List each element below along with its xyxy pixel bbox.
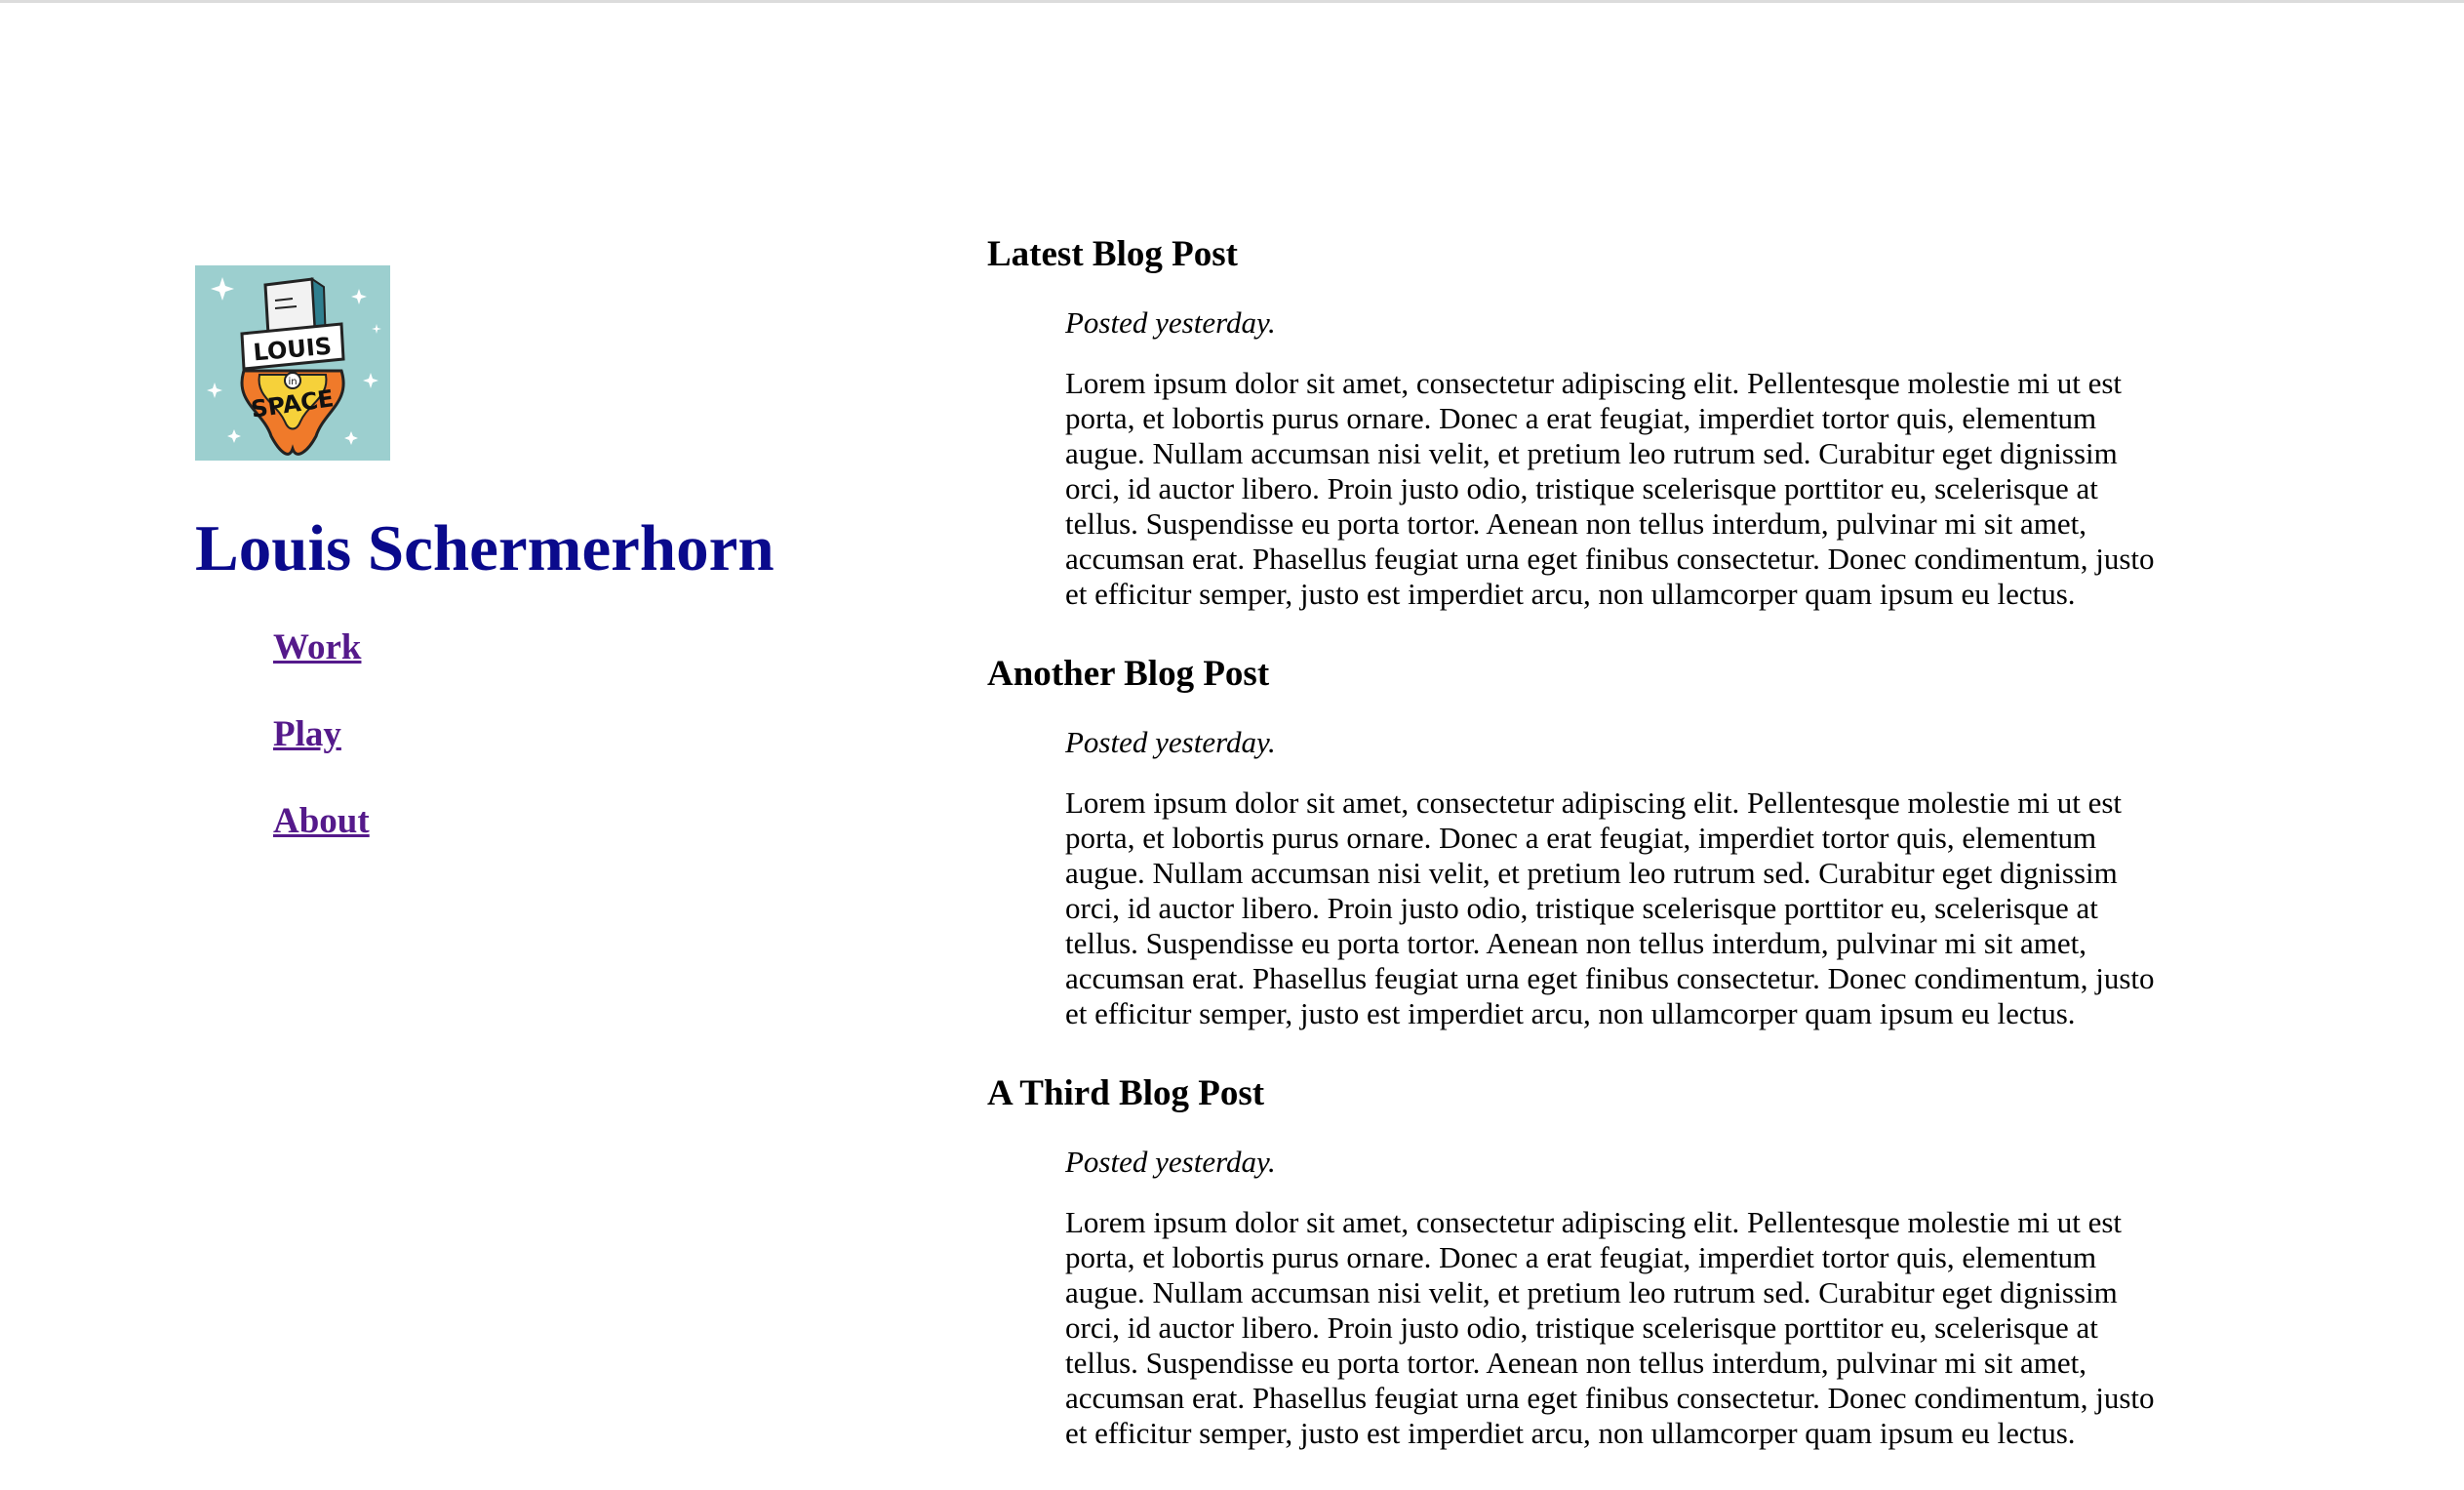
post-body: Posted yesterday. Lorem ipsum dolor sit … — [1065, 723, 2285, 1031]
blog-posts: Latest Blog Post Posted yesterday. Lorem… — [987, 231, 2285, 1490]
blog-post: Latest Blog Post Posted yesterday. Lorem… — [987, 231, 2285, 612]
main-nav: Work Play About — [273, 626, 936, 850]
post-date: Posted yesterday. — [1065, 1145, 1276, 1179]
blog-post: Another Blog Post Posted yesterday. Lore… — [987, 651, 2285, 1031]
nav-link-play[interactable]: Play — [273, 714, 341, 754]
blog-post: A Third Blog Post Posted yesterday. Lore… — [987, 1070, 2285, 1451]
louis-in-space-logo-icon: LOUIS in SPACE — [195, 265, 390, 461]
nav-item-work: Work — [273, 626, 936, 676]
post-title: A Third Blog Post — [987, 1073, 1265, 1113]
post-date: Posted yesterday. — [1065, 305, 1276, 340]
nav-link-about[interactable]: About — [273, 801, 370, 841]
post-title: Latest Blog Post — [987, 234, 1238, 274]
nav-link-work[interactable]: Work — [273, 627, 361, 667]
sidebar: LOUIS in SPACE Louis Schermerhorn Work P… — [195, 265, 936, 887]
post-title: Another Blog Post — [987, 654, 1270, 694]
site-logo[interactable]: LOUIS in SPACE — [195, 265, 390, 461]
nav-item-about: About — [273, 800, 936, 850]
post-text: Lorem ipsum dolor sit amet, consectetur … — [1065, 366, 2155, 611]
post-body: Posted yesterday. Lorem ipsum dolor sit … — [1065, 1143, 2285, 1451]
post-body: Posted yesterday. Lorem ipsum dolor sit … — [1065, 303, 2285, 612]
page: LOUIS in SPACE Louis Schermerhorn Work P… — [0, 0, 2464, 1450]
logo-text-mid: in — [288, 377, 297, 387]
site-title[interactable]: Louis Schermerhorn — [195, 509, 936, 587]
post-text: Lorem ipsum dolor sit amet, consectetur … — [1065, 1205, 2155, 1450]
nav-item-play: Play — [273, 713, 936, 763]
post-date: Posted yesterday. — [1065, 725, 1276, 759]
post-text: Lorem ipsum dolor sit amet, consectetur … — [1065, 785, 2155, 1030]
